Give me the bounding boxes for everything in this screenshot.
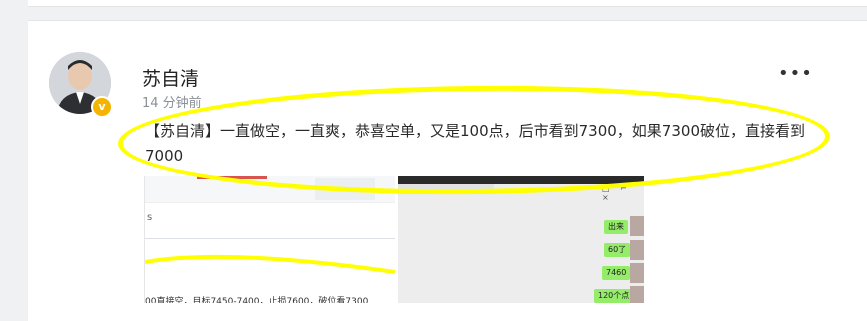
previous-post-card	[28, 0, 867, 7]
chat-avatar	[630, 240, 644, 260]
verified-badge-icon: v	[91, 96, 113, 118]
author-name[interactable]: 苏自清	[142, 64, 199, 91]
chat-avatar	[630, 286, 644, 303]
chat-avatar	[630, 216, 644, 236]
chat-bubble: 出来	[604, 220, 628, 234]
chat-avatar	[630, 263, 644, 283]
attachment-image-right[interactable]: □ ⌐ × 出来 60了 7460 120个点	[398, 176, 644, 303]
more-options-icon[interactable]: •••	[778, 64, 812, 84]
image-bottom-text: 00直接空，目标7450-7400，止损7600，破位看7300	[145, 297, 369, 303]
attachment-image-left[interactable]: s 00直接空，目标7450-7400，止损7600，破位看7300	[144, 176, 395, 303]
chat-bubble: 7460	[602, 266, 631, 280]
chat-bubble: 120个点	[594, 289, 634, 303]
chat-bubble: 60了	[604, 243, 631, 257]
yellow-annotation-arc	[145, 254, 395, 274]
post-timestamp: 14 分钟前	[142, 96, 202, 111]
